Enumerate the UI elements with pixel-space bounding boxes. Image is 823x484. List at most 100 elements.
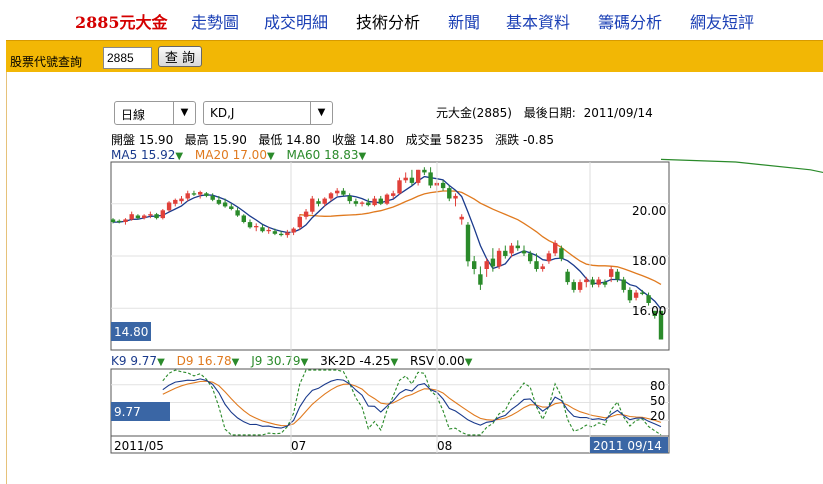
price-tick-20: 20.00 [632,204,666,218]
candle-body [291,228,296,233]
candle-body [173,199,178,204]
end-date-label: 2011 09/14 [593,439,662,453]
candle-body [129,214,134,220]
candle-body [166,202,172,211]
kd-tick-50: 50 [650,394,665,408]
candle-body [515,245,520,249]
candle-body [148,214,153,216]
candle-body [254,226,259,228]
candle-body [503,250,508,256]
candle-body [322,198,327,204]
candle-body [303,211,309,217]
candle-body [509,245,514,254]
candle-body [546,253,552,262]
candle-body [640,292,645,294]
current-price-label: 14.80 [114,325,148,339]
candle-body [279,233,284,236]
candle-body [590,279,595,285]
candle-body [534,261,539,269]
candle-body [117,220,122,223]
candle-body [409,177,415,183]
candle-body [584,279,589,283]
candle-body [191,193,197,195]
candle-body [160,210,165,219]
candle-body [559,248,564,259]
candle-body [123,219,128,222]
candle-body [646,295,651,303]
candle-body [185,193,190,199]
candle-body [241,215,246,222]
candle-body [297,216,302,228]
candle-body [496,250,502,267]
kd-tick-20: 20 [650,409,665,423]
candle-body [222,202,228,207]
candle-body [577,282,583,290]
stock-chart[interactable]: 20.00 18.00 16.00 14.80 80 50 20 9.77 20… [0,0,823,484]
candle-body [478,274,483,285]
candle-body [422,169,427,173]
candle-body [627,289,633,301]
candle-body [521,250,527,254]
candle-body [266,229,271,232]
candle-body [135,215,141,219]
candle-body [609,269,614,277]
candle-body [204,193,209,196]
candle-body [459,216,464,220]
candle-body [198,192,203,195]
candle-body [602,282,608,285]
candle-body [397,180,402,194]
candle-body [391,193,396,196]
date-axis [110,435,670,454]
candle-body [285,232,290,236]
candle-body [621,279,626,290]
candle-body [403,177,408,181]
candle-body [154,214,159,219]
candle-body [553,242,558,254]
price-tick-18: 18.00 [632,254,666,268]
candle-body [310,198,315,212]
current-k-label: 9.77 [114,405,141,419]
candle-body [347,195,352,202]
candle-body [272,231,278,234]
candle-body [372,198,377,206]
candle-body [571,282,576,290]
candle-body [341,190,346,195]
candle-body [465,224,471,262]
candle-body [565,271,570,283]
candle-body [440,182,446,189]
candle-body [316,201,321,204]
candle-body [210,195,215,200]
candle-body [359,202,365,204]
candle-body [633,292,639,298]
candle-body [528,253,533,262]
candle-body [447,188,452,199]
candle-body [490,258,496,267]
candle-body [179,198,184,202]
candle-body [216,199,222,204]
candle-body [453,195,458,199]
candle-body [110,219,116,222]
kd-tick-80: 80 [650,379,665,393]
candle-body [366,202,371,206]
candle-body [384,194,390,204]
date-label-jul: 07 [291,439,306,453]
candle-body [229,206,234,209]
candle-body [378,198,383,204]
candle-body [484,261,489,269]
candle-body [540,266,545,269]
date-label-may: 2011/05 [114,439,164,453]
ma60-line [660,158,823,174]
candle-body [472,261,477,269]
date-label-aug: 08 [437,439,452,453]
candle-body [247,222,253,228]
candle-body [353,201,359,204]
candle-body [260,227,265,232]
candle-body [142,215,147,219]
candle-body [615,271,620,280]
candle-body [596,279,601,285]
candle-body [428,172,433,186]
candle-body [235,210,240,216]
candle-body [328,193,334,199]
candle-body [416,169,421,183]
candle-body [335,190,340,194]
